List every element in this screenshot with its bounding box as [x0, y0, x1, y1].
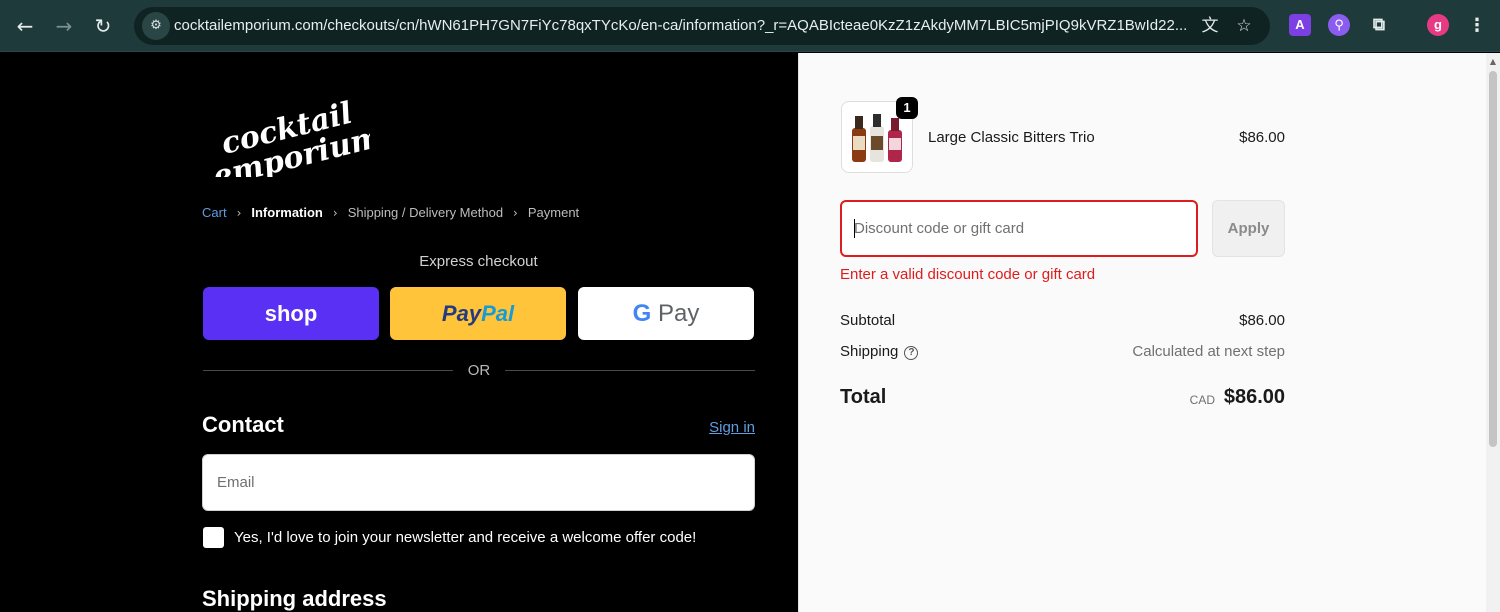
shipping-label: Shipping [840, 343, 899, 360]
newsletter-checkbox[interactable] [203, 527, 224, 548]
sign-in-link[interactable]: Sign in [700, 419, 755, 436]
paypal-label-pal: Pal [481, 301, 515, 326]
contact-heading: Contact [202, 412, 284, 437]
shop-pay-button[interactable]: shop [203, 287, 379, 340]
profile-avatar[interactable]: g [1427, 14, 1449, 36]
address-bar[interactable]: ⚙ cocktailemporium.com/checkouts/cn/hWN6… [134, 7, 1270, 45]
discount-placeholder: Discount code or gift card [854, 220, 1025, 237]
browser-toolbar: ← → ↻ ⚙ cocktailemporium.com/checkouts/c… [0, 0, 1500, 52]
shipping-row: Shipping? [840, 343, 919, 360]
scroll-up-icon[interactable]: ▲ [1488, 57, 1498, 66]
product-name: Large Classic Bitters Trio [928, 129, 1095, 146]
chevron-right-icon: › [332, 206, 338, 220]
divider [203, 370, 453, 371]
bookmark-star-icon[interactable]: ☆ [1230, 12, 1258, 40]
discount-error-message: Enter a valid discount code or gift card [840, 266, 1096, 283]
shipping-value: Calculated at next step [1132, 343, 1285, 360]
breadcrumb-payment: Payment [527, 205, 580, 220]
breadcrumb-information: Information [251, 205, 323, 220]
chevron-right-icon: › [513, 206, 518, 220]
back-icon[interactable]: ← [9, 10, 41, 42]
paypal-button[interactable]: PayPal [390, 287, 566, 340]
breadcrumb-cart[interactable]: Cart [202, 204, 227, 222]
text-cursor [854, 219, 855, 238]
cocktail-emporium-logo[interactable]: cocktail emporium [200, 97, 370, 177]
extension-a-icon[interactable]: A [1289, 14, 1311, 36]
newsletter-label[interactable]: Yes, I'd love to join your newsletter an… [234, 529, 696, 546]
subtotal-label: Subtotal [840, 312, 896, 329]
breadcrumb-shipping: Shipping / Delivery Method [347, 205, 504, 220]
or-divider-label: OR [467, 362, 491, 379]
discount-code-input[interactable]: Discount code or gift card [840, 200, 1198, 257]
google-pay-label: Pay [651, 300, 700, 327]
total-value: $86.00 [1223, 386, 1285, 408]
help-icon[interactable]: ? [904, 346, 919, 360]
puzzle-icon[interactable]: ⧉ [1368, 14, 1390, 36]
google-pay-button[interactable]: G Pay [578, 287, 754, 340]
google-g-icon: G [632, 300, 652, 327]
translate-icon[interactable]: 文 [1196, 12, 1224, 40]
paypal-label-pay: Pay [441, 301, 482, 326]
shop-pay-label: shop [264, 301, 318, 326]
quantity-badge: 1 [896, 97, 918, 119]
scrollbar-thumb[interactable] [1489, 71, 1497, 447]
express-checkout-title: Express checkout [419, 253, 538, 270]
email-field[interactable]: Email [202, 454, 755, 511]
site-info-icon[interactable]: ⚙ [142, 12, 170, 40]
divider [505, 370, 755, 371]
apply-button[interactable]: Apply [1212, 200, 1285, 257]
menu-icon[interactable]: ⋮ [1466, 14, 1488, 36]
email-placeholder: Email [217, 474, 255, 491]
forward-icon[interactable]: → [48, 10, 80, 42]
url-text[interactable]: cocktailemporium.com/checkouts/cn/hWN61P… [174, 7, 1194, 45]
subtotal-value: $86.00 [1239, 312, 1285, 329]
chevron-right-icon: › [236, 206, 242, 220]
scrollbar[interactable]: ▲ [1486, 53, 1500, 612]
total-label: Total [840, 386, 887, 408]
product-price: $86.00 [1239, 129, 1285, 146]
checkout-main: cocktail emporium Cart › Information › Shipp… [0, 53, 798, 612]
breadcrumb: Cart › Information › Shipping / Delivery Met… [202, 204, 579, 222]
reload-icon[interactable]: ↻ [87, 10, 119, 42]
shipping-address-heading: Shipping address [202, 586, 387, 611]
extension-icon[interactable]: ⚲ [1328, 14, 1350, 36]
order-summary: 1 Large Classic Bitters Trio $86.00 Disc… [798, 53, 1486, 612]
